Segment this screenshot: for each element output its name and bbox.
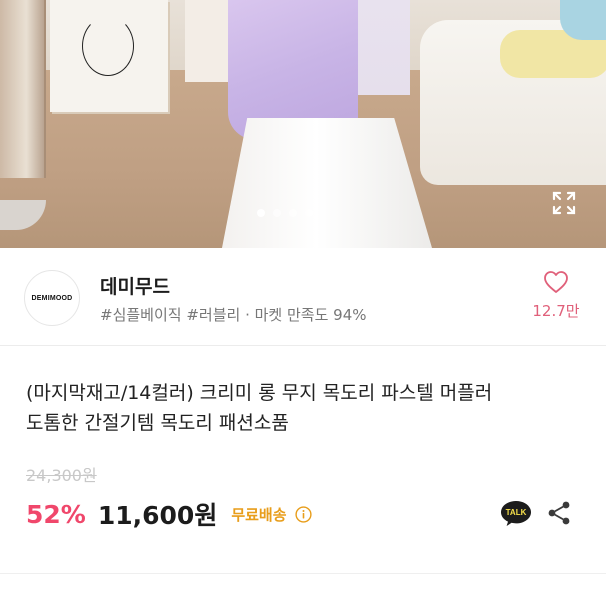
seller-tags: #심플베이직 #러블리 · 마켓 만족도 94% <box>100 306 367 324</box>
wall-poster <box>50 0 168 112</box>
product-title: (마지막재고/14컬러) 크리미 롱 무지 목도리 파스텔 머플러 도톰한 간절… <box>26 378 586 438</box>
kakao-talk-icon[interactable]: TALK <box>499 499 533 527</box>
section-divider <box>0 573 606 574</box>
discount-rate: 52% <box>26 499 86 529</box>
sale-price: 11,600원 <box>97 501 218 530</box>
original-price: 24,300원 <box>26 466 97 485</box>
mirror-frame <box>0 0 46 178</box>
like-count: 12.7만 <box>532 302 580 320</box>
carousel-dot[interactable] <box>289 209 297 217</box>
blue-pillow <box>560 0 606 40</box>
seller-avatar[interactable]: DEMIMOOD <box>24 270 80 326</box>
talk-label: TALK <box>506 508 527 517</box>
product-image-carousel[interactable] <box>0 0 606 248</box>
scarf-light <box>350 0 410 95</box>
expand-icon[interactable] <box>551 190 577 216</box>
seller-name[interactable]: 데미무드 <box>100 272 170 299</box>
seller-row[interactable]: DEMIMOOD 데미무드 #심플베이직 #러블리 · 마켓 만족도 94% 1… <box>0 248 606 346</box>
product-title-line-2: 도톰한 간절기템 목도리 패션소품 <box>26 412 289 434</box>
free-shipping-label: 무료배송 <box>231 505 287 524</box>
share-icon[interactable] <box>546 500 572 526</box>
carousel-dot[interactable] <box>305 209 313 217</box>
heart-outline-icon[interactable] <box>543 270 569 294</box>
seller-logo-text: DEMIMOOD <box>31 294 73 302</box>
carousel-dot[interactable] <box>273 209 281 217</box>
price-row: 52% 11,600원 무료배송 <box>26 496 312 532</box>
carousel-dot[interactable] <box>257 209 265 217</box>
like-button[interactable]: 12.7만 <box>528 270 584 321</box>
info-circle-icon[interactable] <box>294 505 312 523</box>
carousel-dots <box>257 208 313 218</box>
product-title-line-1: (마지막재고/14컬러) 크리미 롱 무지 목도리 파스텔 머플러 <box>26 382 493 404</box>
